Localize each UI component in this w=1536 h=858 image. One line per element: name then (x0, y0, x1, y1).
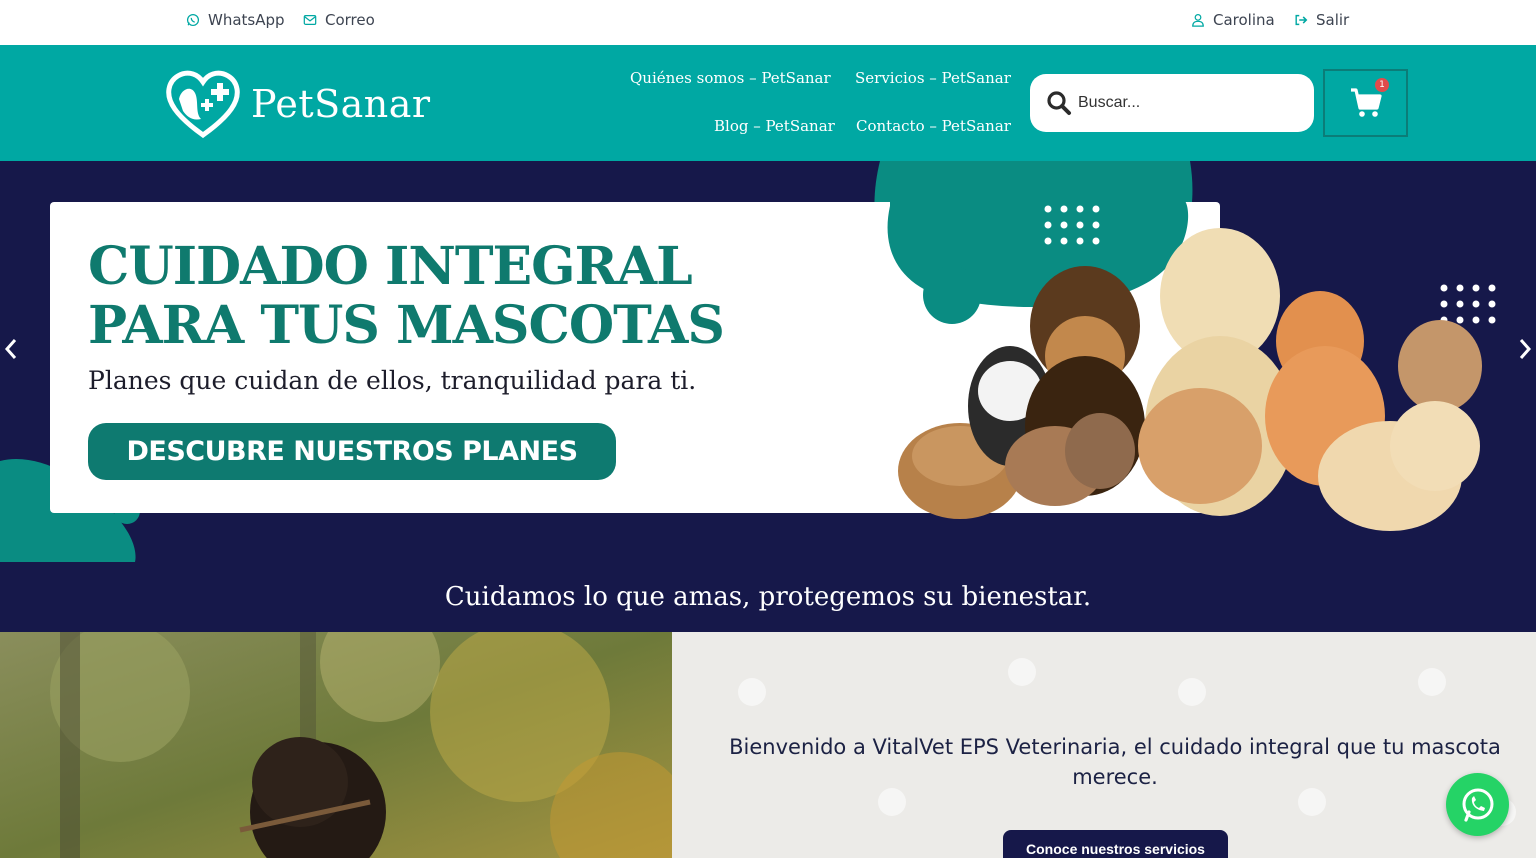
user-account-link[interactable]: Carolina (1191, 11, 1275, 29)
tagline-band: Cuidamos lo que amas, protegemos su bien… (0, 562, 1536, 632)
puppy-photo (0, 632, 672, 858)
user-name: Carolina (1213, 11, 1275, 29)
tagline-text: Cuidamos lo que amas, protegemos su bien… (444, 582, 1092, 612)
hero-subtitle: Planes que cuidan de ellos, tranquilidad… (88, 366, 697, 395)
discover-plans-button[interactable]: DESCUBRE NUESTROS PLANES (88, 423, 616, 480)
chevron-left-icon (4, 339, 17, 359)
pets-group-image (898, 228, 1482, 531)
whatsapp-label: WhatsApp (208, 11, 285, 29)
welcome-message: Bienvenido a VitalVet EPS Veterinaria, e… (729, 735, 1501, 789)
nav-contacto[interactable]: Contacto – PetSanar (856, 117, 1011, 135)
email-label: Correo (325, 11, 375, 29)
top-bar: WhatsApp Correo Carolina Salir (0, 0, 1536, 45)
logout-link[interactable]: Salir (1294, 11, 1349, 29)
search-icon[interactable] (1046, 90, 1072, 116)
sign-out-icon (1295, 14, 1308, 26)
shopping-cart-icon (1350, 88, 1382, 117)
logout-label: Salir (1316, 11, 1350, 29)
heart-paw-logo-icon (166, 70, 240, 139)
user-icon (1192, 13, 1204, 27)
search-input[interactable] (1078, 94, 1298, 112)
whatsapp-icon (1462, 788, 1493, 822)
search-box (1030, 74, 1314, 132)
whatsapp-link[interactable]: WhatsApp (186, 11, 285, 29)
hero-title-line2: PARA TUS MASCOTAS (88, 295, 725, 356)
puppy-photo-image (0, 632, 672, 858)
nav-blog[interactable]: Blog – PetSanar (714, 117, 835, 135)
site-header: PetSanar Quiénes somos – PetSanar Servic… (0, 45, 1536, 161)
envelope-icon (303, 15, 317, 25)
slider-prev-button[interactable] (4, 337, 18, 368)
whatsapp-floating-button[interactable] (1446, 773, 1509, 836)
whatsapp-icon (186, 13, 200, 27)
chevron-right-icon (1519, 339, 1532, 359)
slider-next-button[interactable] (1518, 337, 1532, 368)
services-button[interactable]: Conoce nuestros servicios (1003, 830, 1228, 858)
cart-count-badge: 1 (1375, 78, 1389, 92)
brand-name: PetSanar (251, 82, 431, 126)
hero-banner: CUIDADO INTEGRAL PARA TUS MASCOTAS Plane… (0, 161, 1536, 562)
logo[interactable]: PetSanar (165, 69, 431, 139)
email-link[interactable]: Correo (303, 11, 375, 29)
hero-title-line1: CUIDADO INTEGRAL (88, 236, 693, 297)
nav-servicios[interactable]: Servicios – PetSanar (855, 69, 1011, 87)
welcome-section: Bienvenido a VitalVet EPS Veterinaria, e… (672, 632, 1536, 858)
nav-quienes-somos[interactable]: Quiénes somos – PetSanar (630, 69, 831, 87)
cart-button[interactable]: 1 (1323, 69, 1408, 137)
